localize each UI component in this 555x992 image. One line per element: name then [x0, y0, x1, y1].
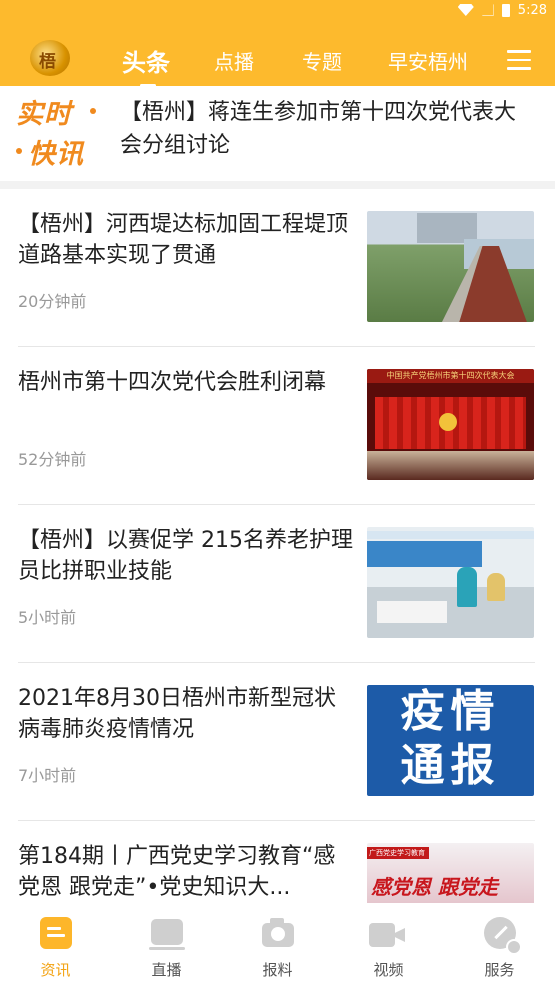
news-time: 7小时前: [18, 766, 77, 785]
status-time: 5:28: [517, 2, 547, 18]
section-divider: [0, 181, 555, 189]
wifi-icon: [457, 4, 474, 16]
news-title[interactable]: 【梧州】以赛促学 215名养老护理员比拼职业技能: [18, 525, 353, 587]
news-thumbnail[interactable]: [367, 211, 534, 322]
channel-tabs: 头条 点播 专题 早安梧州: [110, 38, 485, 84]
party-emblem-icon: [439, 413, 457, 431]
camera-icon: [262, 918, 294, 947]
news-item[interactable]: 梧州市第十四次党代会胜利闭幕 52分钟前 中国共产党梧州市第十四次代表大会: [18, 347, 535, 505]
news-time: 5小时前: [18, 608, 77, 627]
nav-item-live[interactable]: 直播: [111, 903, 222, 992]
news-title[interactable]: 2021年8月30日梧州市新型冠状病毒肺炎疫情情况: [18, 683, 353, 745]
news-time: 20分钟前: [18, 292, 87, 311]
flash-news-badge: 实时 快讯: [16, 92, 98, 172]
nav-item-report[interactable]: 报料: [222, 903, 333, 992]
nav-item-service[interactable]: 服务: [444, 903, 555, 992]
app-logo[interactable]: 梧: [30, 40, 70, 76]
news-thumbnail[interactable]: [367, 527, 534, 638]
status-bar: 5:28: [457, 0, 547, 20]
nav-item-video[interactable]: 视频: [333, 903, 444, 992]
news-thumbnail[interactable]: 中国共产党梧州市第十四次代表大会: [367, 369, 534, 480]
news-icon: [40, 917, 72, 949]
live-tv-icon: [149, 919, 185, 950]
battery-icon: [501, 3, 510, 17]
bottom-navigation: 资讯 直播 报料 视频 服务: [0, 903, 555, 992]
news-item[interactable]: 2021年8月30日梧州市新型冠状病毒肺炎疫情情况 7小时前 疫情 通报: [18, 663, 535, 821]
tab-morning-wuzhou[interactable]: 早安梧州: [388, 46, 468, 75]
video-camera-icon: [369, 923, 395, 947]
news-title[interactable]: 梧州市第十四次党代会胜利闭幕: [18, 367, 353, 398]
tab-topics[interactable]: 专题: [302, 46, 342, 75]
news-time: 52分钟前: [18, 450, 87, 469]
news-title[interactable]: 第184期丨广西党史学习教育“感党恩 跟党走”•党史知识大...: [18, 841, 353, 903]
app-header: 5:28 梧 头条 点播 专题 早安梧州: [0, 0, 555, 87]
flash-news-text[interactable]: 【梧州】蒋连生参加市第十四次党代表大会分组讨论: [120, 96, 535, 162]
news-thumbnail[interactable]: 疫情 通报: [367, 685, 534, 796]
news-item[interactable]: 【梧州】以赛促学 215名养老护理员比拼职业技能 5小时前: [18, 505, 535, 663]
tab-headlines[interactable]: 头条: [122, 43, 170, 78]
news-item[interactable]: 【梧州】河西堤达标加固工程堤顶道路基本实现了贯通 20分钟前: [18, 189, 535, 347]
nav-item-news[interactable]: 资讯: [0, 903, 111, 992]
flash-news-bar[interactable]: 实时 快讯 【梧州】蒋连生参加市第十四次党代表大会分组讨论: [0, 86, 555, 181]
news-title[interactable]: 【梧州】河西堤达标加固工程堤顶道路基本实现了贯通: [18, 209, 353, 271]
menu-icon[interactable]: [507, 50, 531, 70]
service-compass-icon: [484, 917, 522, 955]
signal-icon: [481, 4, 494, 16]
thumbnail-banner-text: 中国共产党梧州市第十四次代表大会: [367, 369, 534, 383]
tab-on-demand[interactable]: 点播: [214, 46, 254, 75]
